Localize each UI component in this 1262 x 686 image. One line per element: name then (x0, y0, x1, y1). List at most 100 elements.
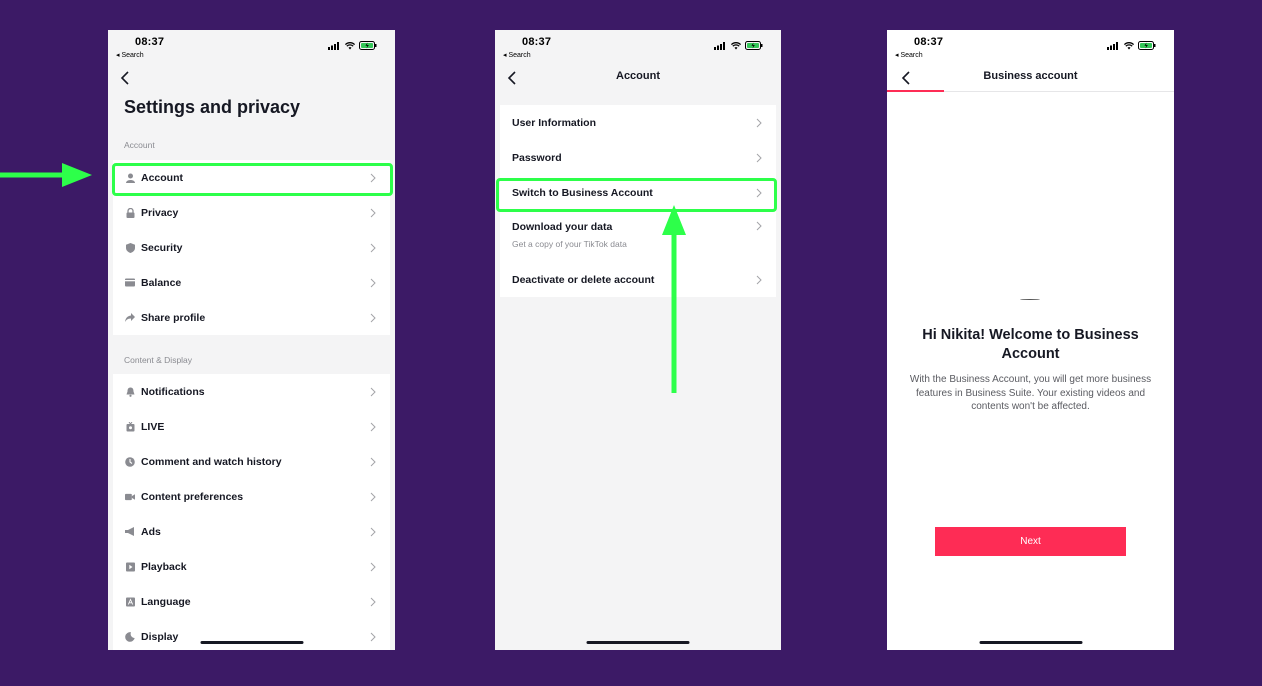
status-time: 08:37 (135, 36, 165, 48)
next-button[interactable]: Next (935, 527, 1126, 556)
settings-item-ads[interactable]: Ads (113, 514, 390, 549)
page-title: Settings and privacy (124, 97, 301, 117)
wallet-icon (125, 278, 135, 288)
arrow-right-annotation-icon (0, 163, 92, 187)
signal-icon (328, 41, 339, 50)
settings-item-comment-watch-history[interactable]: Comment and watch history (113, 444, 390, 479)
account-item-user-information[interactable]: User Information (500, 105, 776, 140)
status-icons (714, 41, 763, 50)
settings-item-label: Playback (141, 560, 187, 573)
bell-icon (125, 387, 135, 397)
live-icon (125, 421, 135, 432)
play-icon (125, 562, 135, 572)
section-label-account: Account (124, 140, 155, 150)
chevron-right-icon (370, 422, 376, 431)
chevron-right-icon (370, 387, 376, 396)
settings-item-playback[interactable]: Playback (113, 549, 390, 584)
clock-icon (125, 456, 135, 467)
loading-spinner-icon (1020, 299, 1040, 301)
settings-screen: 08:37 ◂ Search Settings and privacy Acco… (108, 30, 395, 650)
status-time: 08:37 (522, 36, 552, 48)
status-icons (1107, 41, 1156, 50)
page-title: Account (616, 70, 660, 82)
chevron-right-icon (756, 188, 762, 197)
video-icon (125, 492, 135, 502)
share-icon (125, 313, 135, 323)
status-icons (328, 41, 377, 50)
settings-item-label: Notifications (141, 385, 205, 398)
home-indicator[interactable] (586, 641, 690, 644)
person-icon (125, 173, 135, 183)
settings-item-label: Ads (141, 525, 161, 538)
settings-item-label: Account (141, 171, 183, 184)
battery-icon (359, 41, 377, 50)
home-indicator[interactable] (200, 641, 303, 644)
page-title: Business account (983, 70, 1078, 82)
status-back-app[interactable]: ◂ Search (503, 51, 531, 59)
settings-item-label: Privacy (141, 206, 179, 219)
chevron-right-icon (370, 173, 376, 182)
status-back-app[interactable]: ◂ Search (895, 51, 923, 59)
settings-item-label: Share profile (141, 311, 206, 324)
chevron-right-icon (756, 153, 762, 162)
wifi-icon (731, 41, 741, 49)
lock-icon (125, 207, 135, 218)
wifi-icon (1124, 41, 1134, 49)
chevron-right-icon (370, 527, 376, 536)
battery-icon (745, 41, 763, 50)
settings-item-language[interactable]: Language (113, 584, 390, 619)
settings-item-label: LIVE (141, 420, 165, 433)
account-options-group: User Information Password Switch to Busi… (500, 105, 776, 297)
chevron-right-icon (370, 492, 376, 501)
settings-item-balance[interactable]: Balance (113, 265, 390, 300)
signal-icon (1107, 41, 1118, 50)
settings-item-label: Language (141, 595, 191, 608)
chevron-right-icon (370, 597, 376, 606)
settings-item-label: Comment and watch history (141, 455, 282, 468)
status-back-app[interactable]: ◂ Search (116, 51, 144, 59)
settings-item-content-preferences[interactable]: Content preferences (113, 479, 390, 514)
chevron-right-icon (370, 208, 376, 217)
settings-item-privacy[interactable]: Privacy (113, 195, 390, 230)
account-item-subtitle: Get a copy of your TikTok data (512, 239, 627, 249)
welcome-description: With the Business Account, you will get … (909, 374, 1152, 412)
back-button[interactable] (118, 70, 134, 86)
settings-item-live[interactable]: LIVE (113, 409, 390, 444)
chevron-right-icon (370, 562, 376, 571)
chevron-right-icon (370, 243, 376, 252)
chevron-right-icon (370, 632, 376, 641)
account-item-label: Switch to Business Account (512, 186, 653, 199)
settings-item-security[interactable]: Security (113, 230, 390, 265)
settings-item-share-profile[interactable]: Share profile (113, 300, 390, 335)
account-item-switch-to-business[interactable]: Switch to Business Account (500, 175, 776, 210)
settings-item-display[interactable]: Display (113, 619, 390, 650)
account-item-label: Download your data (512, 221, 613, 233)
chevron-right-icon (756, 118, 762, 127)
account-item-deactivate-delete[interactable]: Deactivate or delete account (500, 262, 776, 297)
chevron-right-icon (370, 278, 376, 287)
battery-icon (1138, 41, 1156, 50)
account-item-password[interactable]: Password (500, 140, 776, 175)
language-icon (125, 597, 135, 607)
chevron-right-icon (756, 275, 762, 284)
account-screen: 08:37 ◂ Search Account User Information … (495, 30, 781, 650)
settings-item-account[interactable]: Account (113, 160, 390, 195)
settings-item-label: Balance (141, 276, 182, 289)
settings-item-label: Security (141, 241, 183, 254)
settings-item-notifications[interactable]: Notifications (113, 374, 390, 409)
account-item-label: Deactivate or delete account (512, 273, 655, 286)
account-item-download-data[interactable]: Download your data Get a copy of your Ti… (500, 210, 776, 262)
status-time: 08:37 (914, 36, 944, 48)
signal-icon (714, 41, 725, 50)
account-item-label: Password (512, 151, 562, 164)
settings-item-label: Content preferences (141, 490, 244, 503)
wifi-icon (345, 41, 355, 49)
business-account-screen: 08:37 ◂ Search Business account Hi Nikit… (887, 30, 1174, 650)
progress-indicator (887, 90, 944, 92)
account-settings-group: Account Privacy Security Balance Share p… (113, 160, 390, 335)
account-item-label: User Information (512, 116, 597, 129)
home-indicator[interactable] (979, 641, 1082, 644)
section-label-content-display: Content & Display (124, 355, 193, 365)
shield-icon (125, 242, 135, 253)
megaphone-icon (125, 527, 135, 537)
